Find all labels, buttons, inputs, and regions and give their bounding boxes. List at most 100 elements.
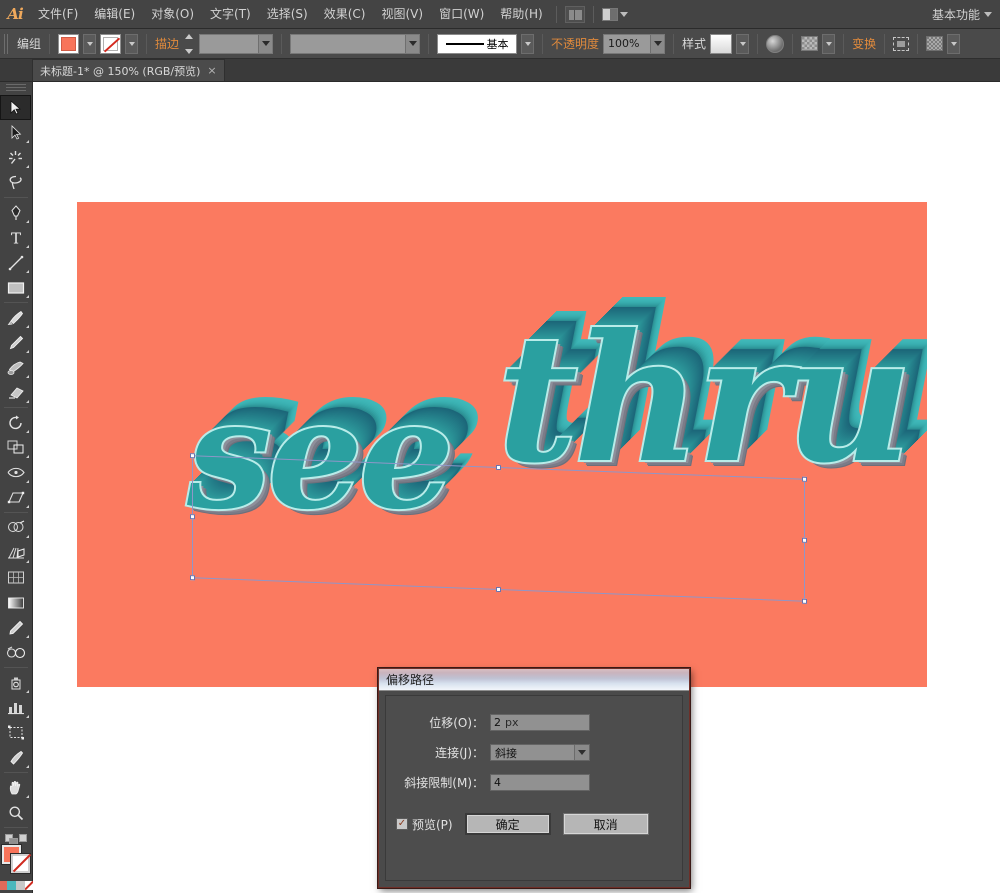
column-graph-tool[interactable] [0,695,31,720]
color-swatch[interactable] [0,881,7,890]
menu-item-effect[interactable]: 效果(C) [316,4,374,24]
fill-swatch-chevron-down-icon[interactable] [83,33,97,54]
stroke-swatch-chevron-down-icon[interactable] [125,33,139,54]
artboard[interactable]: see thru see thru see thru see thru [77,202,927,687]
stroke-color-swatch[interactable] [100,33,122,54]
opacity-mask-icon[interactable] [766,34,785,53]
eyedropper-tool[interactable] [0,615,31,640]
align-objects-icon[interactable] [893,36,910,51]
variable-width-profile-select[interactable] [290,33,421,54]
ok-button[interactable]: 确定 [464,813,551,835]
selection-handle-mr[interactable] [802,537,807,543]
brush-definition-select[interactable]: 基本 [437,33,518,54]
menu-item-window[interactable]: 窗口(W) [431,4,492,24]
divider [592,5,594,23]
artwork-group[interactable]: see thru see thru see thru see thru [77,202,927,687]
shape-builder-tool[interactable] [0,515,31,540]
offset-input[interactable]: 2 px [490,714,590,731]
artboard-tool[interactable] [0,720,31,745]
width-tool[interactable] [0,460,31,485]
mesh-tool[interactable] [0,565,31,590]
stroke-weight-label[interactable]: 描边 [155,35,179,52]
tools-panel-grip[interactable] [6,84,26,93]
cancel-button[interactable]: 取消 [562,813,649,835]
selection-handle-br[interactable] [802,598,807,604]
perspective-grid-tool[interactable] [0,540,31,565]
fill-color-swatch[interactable] [58,33,80,54]
menu-item-help[interactable]: 帮助(H) [492,4,550,24]
stroke-weight-stepper[interactable] [183,33,194,54]
gradient-tool[interactable] [0,590,31,615]
slice-tool[interactable] [0,745,31,770]
direct-selection-tool[interactable] [0,120,31,145]
scale-tool[interactable] [0,435,31,460]
selection-bounding-box[interactable] [190,453,807,604]
pencil-tool[interactable] [0,330,31,355]
transform-label[interactable]: 变换 [852,35,876,52]
hand-tool[interactable] [0,775,31,800]
control-bar-grip[interactable] [4,33,9,54]
free-transform-tool[interactable] [0,485,31,510]
join-chevron-down-icon[interactable] [574,745,589,760]
stroke-weight-input[interactable] [199,33,274,54]
magic-wand-tool[interactable] [0,145,31,170]
close-icon[interactable]: × [207,64,216,77]
rectangle-tool[interactable] [0,275,31,300]
menu-item-type[interactable]: 文字(T) [202,4,259,24]
paintbrush-tool[interactable] [0,305,31,330]
workspace-chevron-down-icon[interactable] [984,11,992,17]
default-fill-stroke-icon[interactable] [5,834,18,847]
dialog-title-bar[interactable]: 偏移路径 [379,669,689,691]
selection-handle-tl[interactable] [190,453,195,459]
transparency-grid-icon[interactable] [801,36,819,51]
type-tool[interactable]: T [0,225,31,250]
none-swatch-a[interactable] [16,881,25,890]
graphic-style-swatch[interactable] [710,33,733,54]
menu-item-view[interactable]: 视图(V) [373,4,431,24]
workspace-switcher[interactable]: 基本功能 [932,6,984,23]
transparency-chevron-down-icon[interactable] [822,33,836,54]
bridge-icon[interactable] [564,5,585,23]
eraser-tool[interactable] [0,380,31,405]
join-select[interactable]: 斜接 [490,744,590,761]
graphic-style-chevron-down-icon[interactable] [736,33,750,54]
lasso-tool[interactable] [0,170,31,195]
rotate-tool[interactable] [0,410,31,435]
selection-handle-tc[interactable] [495,464,501,471]
isolate-group-icon[interactable] [926,36,944,51]
selection-handle-ml[interactable] [190,513,195,519]
preview-checkbox-wrap[interactable]: ✓ 预览(P) [396,816,453,833]
menu-item-object[interactable]: 对象(O) [143,4,202,24]
zoom-tool[interactable] [0,800,31,825]
color-mode-strip[interactable] [0,881,34,890]
stroke-weight-chevron-down-icon[interactable] [258,34,273,53]
selection-handle-bc[interactable] [495,586,501,593]
gradient-swatch[interactable] [7,881,16,890]
isolate-group-chevron-down-icon[interactable] [947,33,961,54]
width-profile-chevron-down-icon[interactable] [405,34,420,53]
selection-tool[interactable] [0,95,31,120]
miter-limit-input[interactable]: 4 [490,774,590,791]
arrange-documents-icon[interactable] [601,6,628,23]
opacity-input[interactable]: 100% [603,33,666,54]
opacity-label[interactable]: 不透明度 [551,35,599,52]
menu-item-select[interactable]: 选择(S) [259,4,316,24]
blend-tool[interactable] [0,640,31,665]
fill-stroke-swatches[interactable] [1,844,31,874]
selection-handle-tr[interactable] [802,476,807,482]
menu-item-file[interactable]: 文件(F) [30,4,86,24]
blob-brush-tool[interactable] [0,355,31,380]
brush-definition-chevron-down-icon[interactable] [521,33,535,54]
line-segment-tool[interactable] [0,250,31,275]
pen-tool[interactable] [0,200,31,225]
symbol-sprayer-tool[interactable] [0,670,31,695]
dialog-title: 偏移路径 [386,673,435,687]
preview-checkbox[interactable]: ✓ [396,818,408,830]
selection-handle-bl[interactable] [190,575,195,581]
opacity-chevron-down-icon[interactable] [650,34,665,53]
menu-item-edit[interactable]: 编辑(E) [86,4,143,24]
swap-fill-stroke-icon[interactable] [19,834,27,842]
stroke-swatch[interactable] [10,853,31,874]
document-tab[interactable]: 未标题-1* @ 150% (RGB/预览) × [32,59,225,81]
offset-path-dialog[interactable]: 偏移路径 位移(O)： 2 px 连接(J)： 斜接 斜接限制(M)： 4 ✓ … [378,668,690,888]
